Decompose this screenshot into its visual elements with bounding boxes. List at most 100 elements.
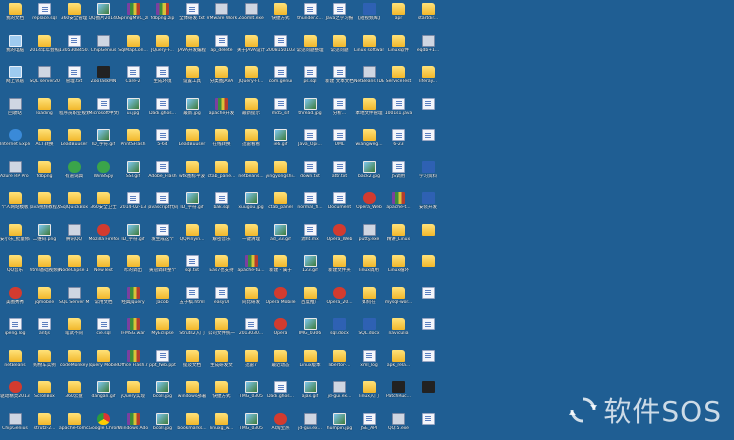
desktop-icon[interactable]: 百度推广 bbox=[295, 286, 325, 314]
desktop-icon[interactable]: sql.txt bbox=[177, 254, 207, 282]
desktop-icon[interactable]: ppt_fwb.ppt bbox=[148, 349, 178, 377]
desktop-icon[interactable]: 360安全卫士 bbox=[89, 191, 119, 219]
desktop-icon[interactable]: com.genui bbox=[266, 65, 296, 93]
desktop-icon[interactable] bbox=[413, 97, 443, 125]
desktop-icon[interactable]: NodeClipse 10 bbox=[59, 254, 89, 282]
desktop-icon[interactable]: jd-gui.ex... bbox=[325, 380, 355, 408]
desktop-icon[interactable]: antjs bbox=[30, 317, 60, 345]
desktop-icon[interactable]: ChipGenius bbox=[0, 412, 30, 440]
desktop-icon[interactable]: Eas7也支持 bbox=[207, 254, 237, 282]
desktop-icon[interactable]: 腾讯QQ bbox=[59, 223, 89, 251]
desktop-icon[interactable]: 学习资料 bbox=[413, 160, 443, 188]
desktop-icon[interactable]: ad_33.gif bbox=[266, 223, 296, 251]
desktop-icon[interactable]: bookmarks... bbox=[177, 412, 207, 440]
desktop-icon[interactable]: PrintSFlash bbox=[118, 128, 148, 156]
desktop-icon[interactable]: Linux软件 bbox=[384, 34, 414, 62]
desktop-icon[interactable]: libertor-... bbox=[325, 349, 355, 377]
desktop-icon[interactable]: Mozilla Firefox bbox=[89, 223, 119, 251]
desktop-icon[interactable]: JSE_API bbox=[354, 412, 384, 440]
desktop-icon[interactable]: ap_delete bbox=[207, 34, 237, 62]
desktop-icon[interactable]: linuxg_w... bbox=[207, 412, 237, 440]
desktop-icon[interactable]: fdbpng bbox=[30, 160, 60, 188]
desktop-icon[interactable]: SpringMVC_zh.chm bbox=[118, 2, 148, 30]
desktop-icon[interactable]: ctab_panel bbox=[266, 191, 296, 219]
desktop-icon[interactable]: 笔试不同 bbox=[59, 317, 89, 345]
desktop-icon[interactable]: ui.jpg bbox=[118, 97, 148, 125]
desktop-icon[interactable]: back2.jpg bbox=[354, 160, 384, 188]
desktop-icon[interactable]: fdbpng.zip bbox=[148, 2, 178, 30]
desktop-icon[interactable]: 123.gif bbox=[295, 254, 325, 282]
desktop-icon[interactable]: netbeans... bbox=[236, 160, 266, 188]
desktop-icon[interactable]: Google Chrome bbox=[89, 412, 119, 440]
desktop-icon[interactable]: LeadBuuser bbox=[59, 128, 89, 156]
desktop-icon[interactable]: apache开发 bbox=[207, 97, 237, 125]
desktop-icon[interactable]: 咋的调出 bbox=[118, 254, 148, 282]
desktop-icon[interactable]: mysql-wor... bbox=[384, 286, 414, 314]
desktop-icon[interactable]: 快捷方式 bbox=[207, 380, 237, 408]
desktop-icon[interactable]: bak.sql bbox=[207, 191, 237, 219]
desktop-icon[interactable]: apache-tomcat bbox=[59, 412, 89, 440]
desktop-icon[interactable]: 360云盘 bbox=[59, 380, 89, 408]
desktop-icon[interactable]: linux调用 bbox=[354, 254, 384, 282]
desktop-icon[interactable]: ID_字符.gif bbox=[89, 128, 119, 156]
desktop-icon[interactable]: 同比研发 bbox=[236, 286, 266, 314]
desktop-icon[interactable]: linux入门 bbox=[354, 380, 384, 408]
desktop-icon[interactable]: Care-2 bbox=[118, 65, 148, 93]
desktop-icon[interactable]: Azure RP Pro 7.0 bbox=[0, 160, 30, 188]
desktop-icon[interactable]: ZooTaskMN bbox=[89, 65, 119, 93]
desktop-icon[interactable]: 快捷方式 bbox=[266, 2, 296, 30]
desktop-icon[interactable]: naviculia bbox=[384, 317, 414, 345]
desktop-icon[interactable]: 我的文档 bbox=[0, 2, 30, 30]
desktop-icon[interactable]: Windows Adobe bbox=[118, 412, 148, 440]
desktop-icon[interactable]: ajax.gif bbox=[295, 380, 325, 408]
desktop-icon[interactable]: 设置工具 bbox=[177, 65, 207, 93]
desktop-icon[interactable]: SQL.docx bbox=[354, 317, 384, 345]
desktop-icon[interactable]: wiangweg... bbox=[354, 128, 384, 156]
desktop-icon[interactable]: Struts2入门 bbox=[177, 317, 207, 345]
desktop-icon[interactable]: 管理.txt bbox=[59, 65, 89, 93]
desktop-icon[interactable]: jqmobile bbox=[30, 286, 60, 314]
desktop-icon[interactable]: startdir... bbox=[413, 2, 443, 30]
desktop-icon[interactable]: 二维码.png bbox=[30, 223, 60, 251]
desktop-icon[interactable]: JQuery-FI... bbox=[236, 65, 266, 93]
desktop-icon[interactable]: 发生成这个 bbox=[148, 223, 178, 251]
desktop-icon[interactable]: 2014-02-13 bbox=[118, 191, 148, 219]
desktop-icon[interactable]: Opera_Web bbox=[325, 223, 355, 251]
desktop-icon[interactable]: Linux software bbox=[354, 34, 384, 62]
desktop-icon[interactable]: 2014年年会照片分享 bbox=[30, 34, 60, 62]
desktop-icon[interactable]: bcoll.jpg bbox=[148, 380, 178, 408]
desktop-icon[interactable]: 提及文档 bbox=[177, 349, 207, 377]
desktop-icon[interactable]: NetBeans IDE bbox=[354, 65, 384, 93]
desktop-icon[interactable]: 黄冠调转整个 bbox=[148, 254, 178, 282]
desktop-icon[interactable]: 新建 文本文档 bbox=[325, 65, 355, 93]
desktop-icon[interactable]: javascript代码 bbox=[148, 191, 178, 219]
desktop-icon[interactable]: Java_Opi... bbox=[295, 128, 325, 156]
desktop-icon[interactable] bbox=[413, 349, 443, 377]
desktop-icon[interactable]: Opera_Web bbox=[354, 191, 384, 219]
desktop[interactable]: 我的文档我的电脑网上邻居回收站 Internet Explorer Azure RP… bbox=[0, 0, 734, 438]
desktop-icon[interactable]: 解密音乐 bbox=[207, 223, 237, 251]
desktop-icon[interactable]: ps.sql bbox=[295, 65, 325, 93]
desktop-icon[interactable]: Office Flash.rar bbox=[118, 349, 148, 377]
desktop-icon[interactable]: 回收站 bbox=[0, 97, 30, 125]
desktop-icon[interactable]: JS调用 bbox=[384, 160, 414, 188]
desktop-icon[interactable]: putty.exe bbox=[354, 223, 384, 251]
desktop-icon[interactable]: 精讲_Linux bbox=[384, 223, 414, 251]
desktop-icon[interactable]: xuugou.jpg bbox=[236, 191, 266, 219]
desktop-icon[interactable]: ZoomIt.exe bbox=[236, 2, 266, 30]
desktop-icon[interactable]: VMware Workstation bbox=[207, 2, 237, 30]
desktop-icon[interactable]: 5-64 bbox=[148, 128, 178, 156]
desktop-icon[interactable]: QQ音乐 bbox=[0, 254, 30, 282]
desktop-icon[interactable]: QQ图片20140... bbox=[89, 2, 119, 30]
desktop-icon[interactable]: sql.docx bbox=[325, 317, 355, 345]
desktop-icon[interactable]: replace.sql bbox=[30, 2, 60, 30]
desktop-icon[interactable]: thread.jpg bbox=[295, 97, 325, 125]
desktop-icon[interactable]: 6-23 bbox=[384, 128, 414, 156]
desktop-icon[interactable]: ie6.gif bbox=[266, 128, 296, 156]
desktop-icon[interactable]: 网上邻居 bbox=[0, 65, 30, 93]
desktop-icon[interactable]: 源ht.mx bbox=[295, 223, 325, 251]
desktop-icon[interactable]: md5_sif bbox=[266, 97, 296, 125]
desktop-icon[interactable]: 安小乐_批量修改文件 bbox=[0, 223, 30, 251]
desktop-icon[interactable]: AI淘宝热 bbox=[266, 412, 296, 440]
desktop-icon[interactable]: 关于JAVA设计 bbox=[236, 34, 266, 62]
